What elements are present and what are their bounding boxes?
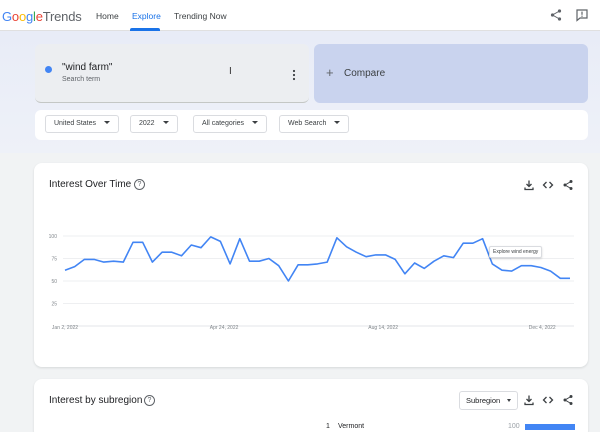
filter-bar: United States 2022 All categories Web Se… bbox=[35, 110, 588, 140]
chevron-down-icon bbox=[334, 121, 341, 124]
chevron-down-icon bbox=[162, 121, 169, 124]
x-tick-label: Apr 24, 2022 bbox=[210, 325, 239, 331]
series-line[interactable] bbox=[64, 236, 570, 282]
embed-icon[interactable] bbox=[542, 179, 554, 191]
more-vert-icon[interactable] bbox=[291, 68, 297, 82]
share-icon[interactable] bbox=[562, 179, 574, 191]
compare-label: Compare bbox=[344, 68, 386, 79]
google-trends-logo[interactable]: GoogleTrends bbox=[2, 9, 82, 24]
top-bar: GoogleTrends Home Explore Trending Now bbox=[0, 0, 600, 31]
tab-trending-now[interactable]: Trending Now bbox=[174, 11, 227, 21]
interest-over-time-chart: 100 75 50 25 Jan 2, 2022 Apr 24, 2022 Aug 14,… bbox=[49, 234, 574, 331]
chevron-down-icon bbox=[507, 399, 512, 402]
y-tick-label: 100 bbox=[49, 234, 58, 240]
logo-trends: Trends bbox=[42, 9, 82, 24]
chevron-down-icon bbox=[104, 121, 111, 124]
x-tick-label: Dec 4, 2022 bbox=[529, 325, 556, 331]
compare-button[interactable]: + Compare bbox=[314, 44, 588, 103]
interest-over-time-title: Interest Over Time bbox=[49, 179, 132, 190]
year-filter-label: 2022 bbox=[139, 120, 155, 127]
logo-google: Google bbox=[2, 9, 43, 24]
y-tick-label: 50 bbox=[51, 279, 57, 285]
text-cursor-icon: I bbox=[229, 66, 232, 77]
year-filter[interactable]: 2022 bbox=[130, 115, 178, 133]
chevron-down-icon bbox=[252, 121, 259, 124]
search-term-type: Search term bbox=[62, 76, 101, 83]
region-name: Vermont bbox=[338, 423, 365, 430]
download-icon[interactable] bbox=[523, 179, 535, 191]
region-value: 100 bbox=[508, 423, 520, 430]
y-tick-label: 25 bbox=[51, 301, 57, 307]
help-icon[interactable]: ? bbox=[144, 395, 155, 406]
category-filter[interactable]: All categories bbox=[193, 115, 268, 133]
help-icon[interactable]: ? bbox=[134, 179, 145, 190]
region-filter-label: United States bbox=[54, 120, 97, 127]
region-interest-bar bbox=[525, 424, 575, 430]
tab-home[interactable]: Home bbox=[96, 11, 119, 21]
subregion-select[interactable]: Subregion bbox=[459, 391, 519, 410]
chart-series[interactable] bbox=[64, 236, 570, 282]
search-term-text[interactable]: "wind farm" bbox=[62, 62, 112, 73]
embed-icon[interactable] bbox=[542, 394, 554, 406]
region-filter[interactable]: United States bbox=[45, 115, 120, 133]
feedback-icon[interactable] bbox=[575, 8, 589, 22]
region-rank: 1 bbox=[326, 423, 330, 430]
related-topic-tooltip[interactable]: Explore wind energy bbox=[489, 246, 543, 258]
x-tick-label: Aug 14, 2022 bbox=[368, 325, 398, 331]
search-type-filter-label: Web Search bbox=[288, 120, 327, 127]
list-item[interactable]: 1 Vermont 100 bbox=[0, 420, 600, 432]
x-tick-label: Jan 2, 2022 bbox=[52, 325, 78, 331]
y-axis-labels: 100 75 50 25 bbox=[49, 234, 58, 307]
plus-icon: + bbox=[326, 65, 334, 80]
tab-explore[interactable]: Explore bbox=[132, 11, 161, 21]
subregion-select-label: Subregion bbox=[466, 396, 501, 405]
share-icon[interactable] bbox=[562, 394, 574, 406]
search-term-card[interactable]: "wind farm" Search term I bbox=[35, 44, 309, 103]
term-color-dot bbox=[45, 66, 52, 73]
search-type-filter[interactable]: Web Search bbox=[279, 115, 350, 133]
interest-by-subregion-title: Interest by subregion bbox=[49, 395, 143, 406]
y-tick-label: 75 bbox=[51, 256, 57, 262]
category-filter-label: All categories bbox=[202, 120, 245, 127]
download-icon[interactable] bbox=[523, 394, 535, 406]
share-icon[interactable] bbox=[549, 8, 563, 22]
